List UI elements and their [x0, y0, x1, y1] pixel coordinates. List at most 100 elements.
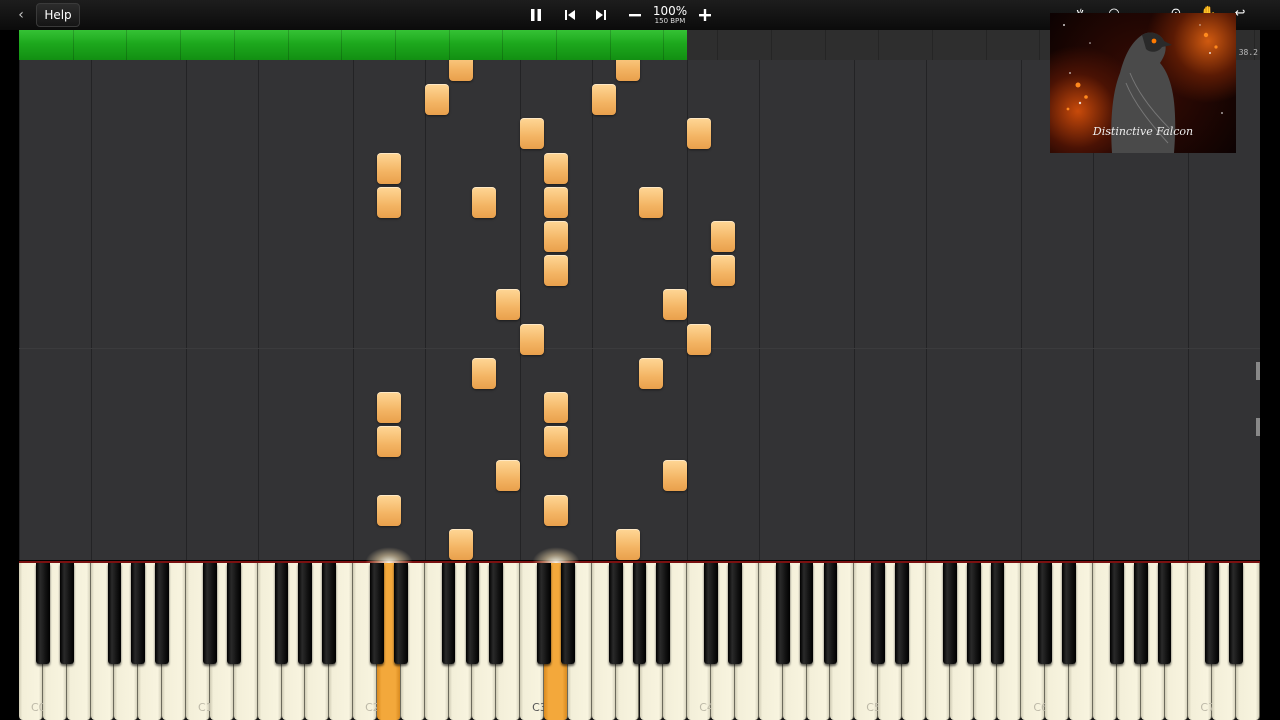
black-key[interactable]	[871, 563, 886, 664]
black-key[interactable]	[942, 563, 957, 664]
skip-forward-icon	[596, 10, 606, 20]
minus-icon	[629, 14, 641, 17]
black-key[interactable]	[274, 563, 289, 664]
black-key[interactable]	[370, 563, 384, 664]
black-key[interactable]	[728, 563, 742, 664]
black-key[interactable]	[203, 563, 217, 664]
key-glow	[364, 547, 413, 563]
black-key[interactable]	[107, 563, 122, 664]
progress-fill	[19, 30, 687, 60]
black-key[interactable]	[465, 563, 480, 664]
black-key[interactable]	[226, 563, 241, 664]
falling-note	[448, 60, 473, 81]
black-key[interactable]	[775, 563, 790, 664]
falling-note	[663, 460, 688, 492]
falling-note	[711, 221, 736, 252]
falling-note	[639, 357, 664, 389]
black-key[interactable]	[656, 563, 671, 664]
pause-icon	[531, 9, 541, 21]
falling-note	[376, 392, 401, 423]
falling-note	[520, 323, 545, 355]
black-key[interactable]	[632, 563, 647, 664]
black-key[interactable]	[537, 563, 551, 664]
help-button[interactable]: Help	[36, 3, 80, 27]
falling-note	[543, 221, 568, 252]
speed-bpm: 150 BPM	[654, 17, 686, 25]
black-key[interactable]	[1062, 563, 1076, 664]
black-key[interactable]	[799, 563, 814, 664]
black-key[interactable]	[823, 563, 838, 664]
progress-tick	[878, 30, 879, 60]
progress-tick	[341, 30, 342, 60]
black-key[interactable]	[966, 563, 981, 664]
progress-tick	[1039, 30, 1040, 60]
progress-tick	[395, 30, 396, 60]
grid-line	[186, 60, 187, 560]
black-key[interactable]	[298, 563, 313, 664]
falling-note	[376, 426, 401, 458]
falling-note	[543, 426, 568, 458]
black-key[interactable]	[59, 563, 74, 664]
progress-tick	[932, 30, 933, 60]
falling-note	[424, 84, 449, 116]
progress-tick	[180, 30, 181, 60]
progress-tick	[449, 30, 450, 60]
falling-note	[543, 186, 568, 218]
grid-line	[592, 60, 593, 560]
progress-tick	[717, 30, 718, 60]
falling-note	[543, 392, 568, 423]
speed-increase-button[interactable]	[693, 0, 717, 30]
skip-forward-button[interactable]	[590, 0, 612, 30]
grid-line	[759, 60, 760, 560]
progress-tick	[126, 30, 127, 60]
progress-tick	[556, 30, 557, 60]
grid-line	[91, 60, 92, 560]
grid-line	[854, 60, 855, 560]
black-key[interactable]	[35, 563, 50, 664]
black-key[interactable]	[608, 563, 623, 664]
grid-line	[425, 60, 426, 560]
back-icon[interactable]: ‹	[14, 0, 28, 30]
falling-note	[591, 84, 616, 116]
falling-note	[520, 118, 545, 150]
progress-tick	[771, 30, 772, 60]
progress-tick	[663, 30, 664, 60]
black-key[interactable]	[155, 563, 170, 664]
falling-note	[472, 186, 497, 218]
black-key[interactable]	[895, 563, 909, 664]
grid-line	[1021, 60, 1022, 560]
progress-tick	[986, 30, 987, 60]
black-key[interactable]	[131, 563, 146, 664]
pause-button[interactable]	[523, 0, 549, 30]
falling-note	[663, 289, 688, 321]
black-key[interactable]	[1229, 563, 1244, 664]
album-art: Distinctive Falcon	[1050, 13, 1236, 153]
black-key[interactable]	[393, 563, 408, 664]
speed-decrease-button[interactable]	[623, 0, 647, 30]
progress-tick	[288, 30, 289, 60]
grid-line	[258, 60, 259, 560]
black-key[interactable]	[990, 563, 1005, 664]
progress-tick	[610, 30, 611, 60]
piano-keyboard[interactable]: C0 C1 C2 C3 C4 C5 C6 C7	[19, 547, 1260, 720]
black-key[interactable]	[704, 563, 718, 664]
black-key[interactable]	[560, 563, 575, 664]
black-key[interactable]	[441, 563, 456, 664]
black-key[interactable]	[1205, 563, 1220, 664]
black-key[interactable]	[1133, 563, 1148, 664]
falling-note	[543, 494, 568, 526]
black-key[interactable]	[322, 563, 337, 664]
falling-note	[615, 528, 640, 560]
black-key[interactable]	[1109, 563, 1124, 664]
scroll-handle[interactable]	[1256, 418, 1260, 436]
skip-back-button[interactable]	[559, 0, 581, 30]
scroll-handle[interactable]	[1256, 362, 1260, 380]
black-key[interactable]	[1038, 563, 1053, 664]
black-key[interactable]	[1157, 563, 1172, 664]
black-key[interactable]	[489, 563, 504, 664]
falling-note	[615, 60, 640, 81]
plus-icon	[699, 9, 711, 21]
falling-note	[496, 289, 521, 321]
falling-note	[543, 255, 568, 287]
album-caption: Distinctive Falcon	[1092, 125, 1194, 138]
